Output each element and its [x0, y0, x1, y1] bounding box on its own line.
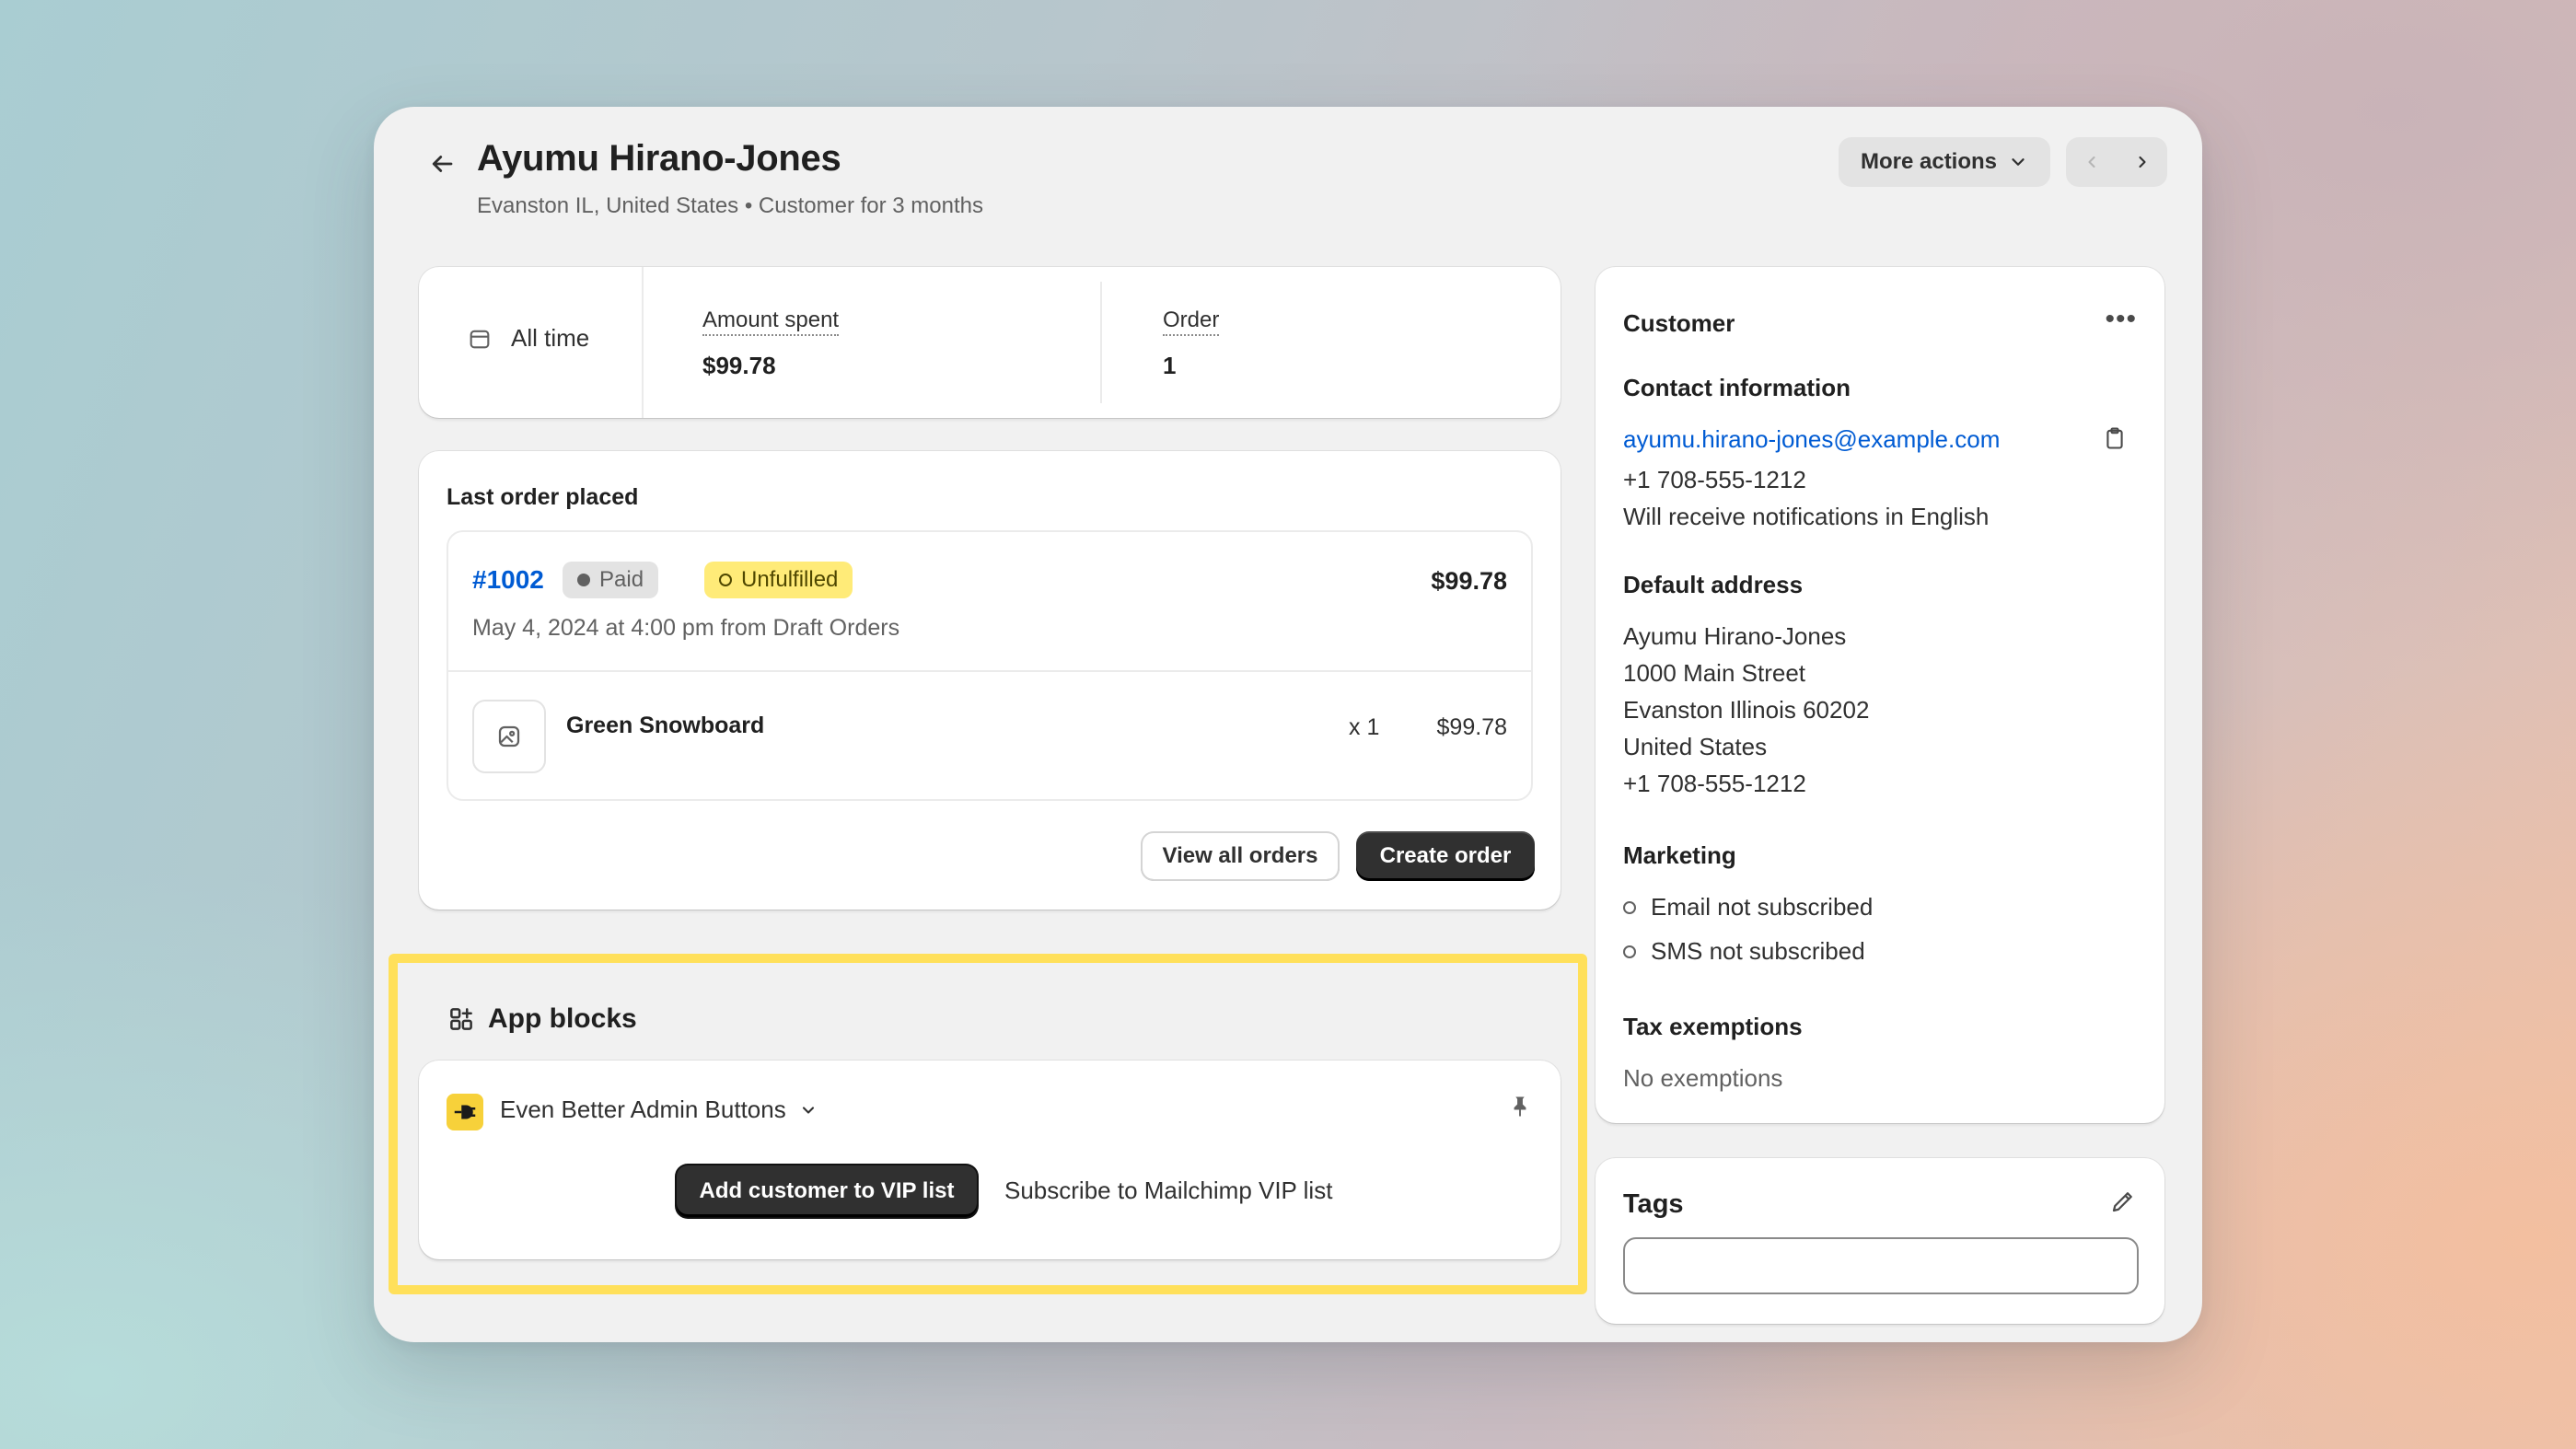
order-total: $99.78: [1431, 567, 1507, 595]
email-marketing-status: Email not subscribed: [1623, 893, 1873, 922]
status-dot-icon: [577, 574, 590, 586]
chevron-right-icon: [2138, 156, 2146, 168]
customer-phone: +1 708-555-1212: [1623, 466, 1806, 493]
customer-card: Customer ••• Contact information ayumu.h…: [1595, 267, 2164, 1123]
default-address-title: Default address: [1623, 571, 1804, 598]
notification-language: Will receive notifications in English: [1623, 503, 1990, 530]
order-date: May 4, 2024 at 4:00 pm from Draft Orders: [472, 615, 900, 641]
sms-marketing-label: SMS not subscribed: [1651, 937, 1865, 965]
product-name: Green Snowboard: [566, 713, 765, 738]
status-ring-icon: [1623, 900, 1636, 914]
customer-stats-card: All time Amount spent $99.78 Order 1: [419, 267, 1561, 418]
tax-exemptions-value: No exemptions: [1623, 1064, 1783, 1092]
next-customer-button[interactable]: [2117, 137, 2167, 187]
customer-email-link[interactable]: ayumu.hirano-jones@example.com: [1623, 425, 2000, 454]
payment-status-label: Paid: [599, 567, 644, 592]
order-count-value: 1: [1163, 352, 1177, 379]
calendar-icon: [470, 330, 490, 348]
tags-input[interactable]: [1623, 1237, 2139, 1294]
email-marketing-label: Email not subscribed: [1651, 893, 1874, 921]
fulfillment-status-badge: Unfulfilled: [704, 562, 853, 598]
pin-icon[interactable]: [1507, 1094, 1533, 1124]
arrow-left-icon: [432, 156, 453, 172]
page-subtitle: Evanston IL, United States • Customer fo…: [477, 193, 983, 218]
order-summary: #1002 Paid Unfulfilled $99.78 May 4, 202…: [447, 530, 1533, 801]
date-range-label: All time: [511, 324, 590, 352]
tags-title: Tags: [1623, 1189, 1684, 1219]
create-order-button[interactable]: Create order: [1356, 831, 1535, 881]
record-pager: [2066, 137, 2167, 187]
product-quantity: x 1: [1349, 714, 1380, 740]
order-number-link[interactable]: #1002: [472, 565, 544, 595]
view-all-orders-button[interactable]: View all orders: [1141, 831, 1340, 881]
page-title: Ayumu Hirano-Jones: [477, 138, 841, 179]
address-line: Evanston Illinois 60202: [1623, 696, 1870, 724]
clipboard-icon[interactable]: [2102, 425, 2128, 456]
subscribe-mailchimp-button[interactable]: Subscribe to Mailchimp VIP list: [1004, 1177, 1332, 1205]
divider: [642, 267, 644, 418]
status-ring-icon: [719, 574, 732, 586]
address-line: 1000 Main Street: [1623, 659, 1806, 687]
tax-exemptions-title: Tax exemptions: [1623, 1013, 1803, 1040]
more-actions-button[interactable]: More actions: [1839, 137, 2050, 187]
order-count-label: Order: [1163, 307, 1220, 336]
previous-customer-button[interactable]: [2066, 137, 2117, 187]
more-actions-label: More actions: [1860, 149, 1998, 174]
divider: [448, 670, 1531, 672]
product-thumbnail: [472, 700, 546, 773]
add-to-vip-button[interactable]: Add customer to VIP list: [677, 1165, 977, 1217]
chevron-left-icon: [2087, 156, 2095, 168]
fulfillment-status-label: Unfulfilled: [741, 567, 839, 592]
amount-spent-label: Amount spent: [702, 307, 840, 336]
app-selector[interactable]: Even Better Admin Buttons: [500, 1095, 818, 1124]
chevron-down-icon: [2012, 158, 2025, 166]
divider: [1100, 282, 1102, 403]
last-order-card: Last order placed #1002 Paid Unfulfilled…: [419, 451, 1561, 910]
marketing-title: Marketing: [1623, 841, 1736, 869]
tags-card: Tags: [1595, 1158, 2164, 1324]
amount-spent-value: $99.78: [702, 352, 776, 379]
customer-card-title: Customer: [1623, 309, 1735, 337]
back-button[interactable]: [422, 144, 462, 184]
more-options-icon[interactable]: •••: [2105, 304, 2137, 335]
chevron-down-icon: [802, 1106, 814, 1114]
product-price: $99.78: [1436, 714, 1507, 740]
app-blocks-title: App blocks: [488, 1003, 637, 1034]
image-placeholder-icon: [498, 725, 520, 748]
app-blocks-icon: [450, 1008, 472, 1030]
address-line: United States: [1623, 733, 1768, 760]
address-line: +1 708-555-1212: [1623, 770, 1806, 797]
plug-icon: [447, 1094, 483, 1130]
sms-marketing-status: SMS not subscribed: [1623, 937, 1865, 966]
app-block-card: Even Better Admin Buttons Add customer t…: [419, 1061, 1561, 1259]
status-ring-icon: [1623, 945, 1636, 958]
app-blocks-heading: App blocks: [447, 1003, 637, 1035]
pencil-icon[interactable]: [2109, 1188, 2137, 1220]
date-range-selector[interactable]: All time: [467, 324, 589, 353]
contact-info-title: Contact information: [1623, 374, 1851, 401]
last-order-title: Last order placed: [447, 484, 639, 510]
payment-status-badge: Paid: [563, 562, 659, 598]
address-line: Ayumu Hirano-Jones: [1623, 622, 1847, 650]
app-name-label: Even Better Admin Buttons: [500, 1095, 786, 1123]
